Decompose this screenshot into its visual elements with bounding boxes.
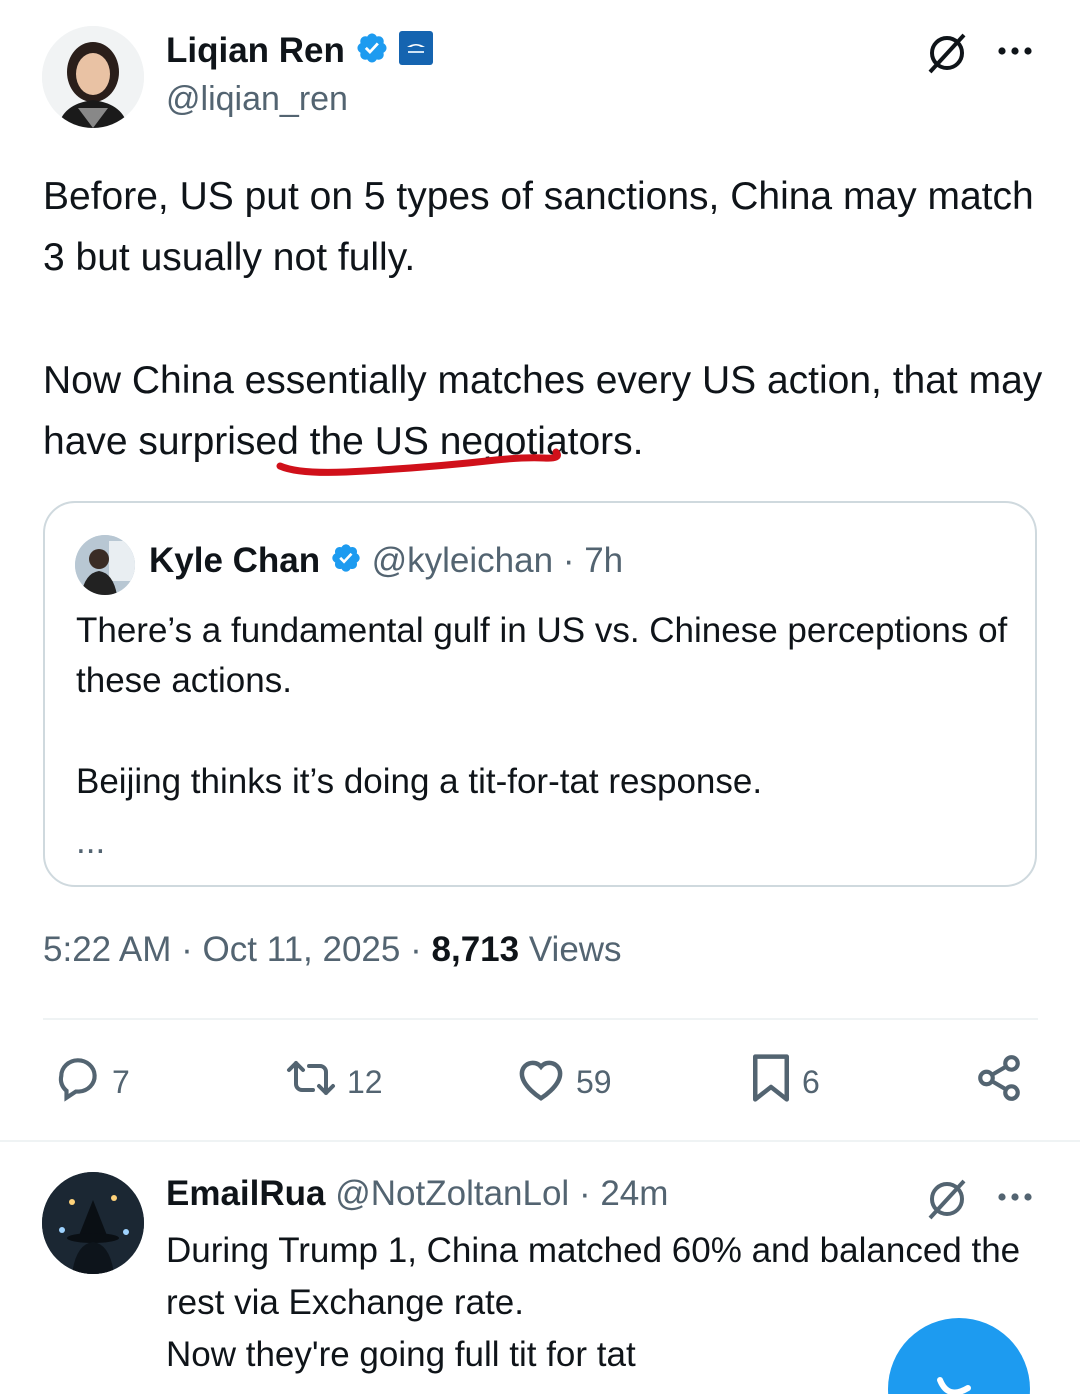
divider (43, 1018, 1038, 1020)
repost-count: 12 (347, 1063, 383, 1100)
bookmark-icon (748, 1051, 794, 1113)
reply-header: EmailRua @NotZoltanLol · 24m (166, 1174, 668, 1214)
divider (0, 1140, 1080, 1142)
quoted-author-handle: @kyleichan (371, 541, 554, 580)
reply-icon (54, 1053, 104, 1111)
share-icon (974, 1053, 1024, 1111)
verified-badge-icon (330, 542, 362, 583)
like-button[interactable]: 59 (514, 1052, 612, 1112)
quoted-author-avatar (75, 535, 135, 595)
author-name-text[interactable]: Liqian Ren (166, 31, 345, 70)
bookmark-count: 6 (802, 1063, 820, 1100)
quoted-text-2: Beijing thinks it’s doing a tit-for-tat … (76, 762, 763, 801)
separator-dot: · (578, 1174, 591, 1213)
verified-badge-icon (355, 31, 389, 74)
reply-author-name[interactable]: EmailRua (166, 1174, 326, 1213)
reply-author-handle[interactable]: @NotZoltanLol (335, 1174, 569, 1213)
quoted-tweet-header: Kyle Chan @kyleichan · 7h (149, 541, 623, 583)
author-handle[interactable]: @liqian_ren (166, 80, 348, 119)
grok-icon[interactable] (924, 30, 970, 81)
separator-dot: · (410, 930, 422, 969)
repost-button[interactable]: 12 (283, 1052, 383, 1112)
reply-count: 7 (112, 1063, 130, 1100)
reply-time[interactable]: 24m (600, 1174, 668, 1213)
views-count: 8,713 (431, 930, 520, 969)
separator-dot: · (181, 930, 193, 969)
tweet-time[interactable]: 5:22 AM (43, 930, 171, 969)
quoted-text-ellipsis: ... (76, 822, 106, 861)
quoted-text-1: There’s a fundamental gulf in US vs. Chi… (76, 611, 1008, 700)
compose-button[interactable] (888, 1318, 1030, 1394)
reply-line-1: During Trump 1, China matched 60% and ba… (166, 1231, 1021, 1322)
bookmark-button[interactable]: 6 (748, 1052, 820, 1112)
compose-icon (937, 1377, 971, 1394)
quoted-tweet-card[interactable]: Kyle Chan @kyleichan · 7h There’s a fund… (43, 501, 1037, 887)
author-name[interactable]: Liqian Ren (166, 30, 434, 75)
heart-icon (514, 1053, 568, 1111)
more-icon[interactable] (996, 36, 1036, 71)
like-count: 59 (576, 1063, 612, 1100)
more-icon[interactable] (996, 1182, 1036, 1217)
affiliation-badge-icon[interactable] (398, 30, 434, 75)
quoted-time: 7h (584, 541, 624, 580)
repost-icon (283, 1053, 339, 1111)
tweet-meta: 5:22 AM · Oct 11, 2025 · 8,713 Views (43, 930, 622, 970)
share-button[interactable] (974, 1052, 1024, 1112)
tweet-paragraph-1: Before, US put on 5 types of sanctions, … (43, 175, 1034, 279)
red-underline-annotation (276, 448, 561, 476)
reply-author-avatar[interactable] (42, 1172, 144, 1274)
grok-icon[interactable] (924, 1176, 970, 1227)
separator-dot: · (562, 541, 575, 580)
reply-button[interactable]: 7 (54, 1052, 130, 1112)
views-label: Views (528, 930, 622, 969)
tweet-date[interactable]: Oct 11, 2025 (203, 930, 401, 969)
quoted-author-name: Kyle Chan (149, 541, 321, 580)
author-avatar[interactable] (42, 26, 144, 128)
